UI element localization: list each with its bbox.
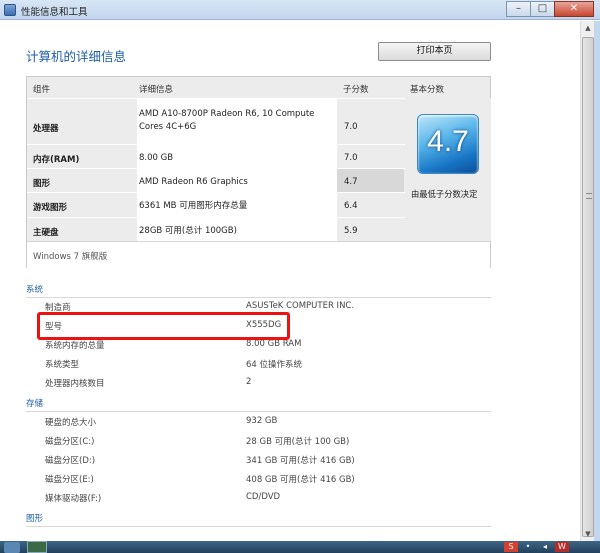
component-detail: AMD A10-8700P Radeon R6, 10 Compute Core… [137,99,337,145]
component-name: 主硬盘 [33,228,59,238]
info-value: ASUSTeK COMPUTER INC. [246,301,355,311]
info-row: 磁盘分区(E:) 408 GB 可用(总计 416 GB) [45,470,465,489]
subscore: 5.9 [344,226,358,236]
model-highlight-box [37,312,290,340]
info-key: 硬盘的总大小 [45,418,97,428]
info-row: 处理器内核数目 2 [45,374,465,393]
table-row: 处理器 AMD A10-8700P Radeon R6, 10 Compute … [27,98,405,145]
info-row: 系统类型 64 位操作系统 [45,355,465,374]
system-tray: S • ◂ W [504,542,572,553]
grip-icon [586,193,592,199]
info-key: 处理器内核数目 [45,379,105,389]
table-row: 游戏图形 6361 MB 可用图形内存总量 6.4 [27,192,405,218]
info-value: 408 GB 可用(总计 416 GB) [246,475,355,485]
base-score-badge: 4.7 [417,114,479,174]
info-value: 8.00 GB RAM [246,339,302,349]
tray-w-icon[interactable]: W [555,542,569,552]
print-page-button[interactable]: 打印本页 [378,42,491,61]
divider [26,526,491,527]
close-button[interactable]: ✕ [554,1,594,17]
content-area: 计算机的详细信息 打印本页 组件 详细信息 子分数 基本分数 处理器 AMD A… [0,21,580,541]
subscore: 7.0 [344,153,358,163]
component-name: 处理器 [33,124,59,134]
section-graphics-title: 图形 [26,514,44,524]
scroll-up-arrow-icon[interactable]: ▲ [581,21,595,35]
tray-network-icon[interactable]: • [521,542,535,552]
taskbar: S • ◂ W [0,541,600,553]
window-controls: – □ ✕ [506,1,594,17]
header-subscore: 子分数 [343,85,369,95]
info-row: 媒体驱动器(F:) CD/DVD [45,489,465,508]
info-key: 磁盘分区(E:) [45,475,94,485]
info-value: 932 GB [246,416,278,426]
subscore: 6.4 [344,201,358,211]
info-key: 磁盘分区(C:) [45,437,95,447]
component-name: 游戏图形 [33,203,68,213]
score-summary-table: 组件 详细信息 子分数 基本分数 处理器 AMD A10-8700P Radeo… [26,76,491,268]
info-key: 系统内存的总量 [45,341,105,351]
component-detail: AMD Radeon R6 Graphics [137,169,337,193]
scroll-down-arrow-icon[interactable]: ▼ [581,527,595,541]
windows-edition: Windows 7 旗舰版 [33,252,108,262]
scrollbar-thumb[interactable] [582,37,594,537]
divider [26,411,491,412]
component-detail: 6361 MB 可用图形内存总量 [137,193,337,218]
tray-s-icon[interactable]: S [504,542,518,552]
info-value: 341 GB 可用(总计 416 GB) [246,456,355,466]
info-value: 28 GB 可用(总计 100 GB) [246,437,350,447]
subscore: 7.0 [344,122,358,132]
base-score-panel: 4.7 由最低子分数决定 [405,98,491,241]
table-header: 组件 详细信息 子分数 基本分数 [27,77,490,98]
info-value: 64 位操作系统 [246,360,303,370]
header-base-score: 基本分数 [410,85,445,95]
window-title-bar: 性能信息和工具 – □ ✕ [0,0,600,20]
component-detail: 8.00 GB [137,145,337,169]
vertical-scrollbar[interactable]: ▲ ▼ [580,21,594,541]
info-row: 磁盘分区(D:) 341 GB 可用(总计 416 GB) [45,451,465,470]
header-detail: 详细信息 [139,85,174,95]
window-frame-edge [594,21,600,541]
base-score-note: 由最低子分数决定 [411,189,478,199]
info-key: 磁盘分区(D:) [45,456,96,466]
info-row: 磁盘分区(C:) 28 GB 可用(总计 100 GB) [45,432,465,451]
header-component: 组件 [33,85,51,95]
minimize-button[interactable]: – [506,1,531,17]
info-key: 媒体驱动器(F:) [45,494,102,504]
performance-icon [4,4,16,16]
maximize-button[interactable]: □ [530,1,555,17]
table-row: 主硬盘 28GB 可用(总计 100GB) 5.9 [27,217,405,242]
windows-edition-row: Windows 7 旗舰版 [27,241,490,268]
component-name: 图形 [33,179,51,189]
base-score-value: 4.7 [427,125,469,158]
section-storage-title: 存储 [26,399,44,409]
window-title: 性能信息和工具 [21,7,88,18]
info-row: 硬盘的总大小 932 GB [45,413,465,432]
info-value: CD/DVD [246,492,281,502]
tray-volume-icon[interactable]: ◂ [538,542,552,552]
info-value: 2 [246,377,252,387]
table-row: 内存(RAM) 8.00 GB 7.0 [27,144,405,169]
info-key: 系统类型 [45,360,80,370]
start-orb-icon[interactable] [4,542,20,553]
component-name: 内存(RAM) [33,155,80,165]
subscore-lowest: 4.7 [337,169,404,193]
section-system-title: 系统 [26,285,44,295]
component-detail: 28GB 可用(总计 100GB) [137,218,337,242]
taskbar-app-icon[interactable] [27,541,47,553]
page-title: 计算机的详细信息 [26,49,127,64]
table-row: 图形 AMD Radeon R6 Graphics 4.7 [27,168,405,193]
